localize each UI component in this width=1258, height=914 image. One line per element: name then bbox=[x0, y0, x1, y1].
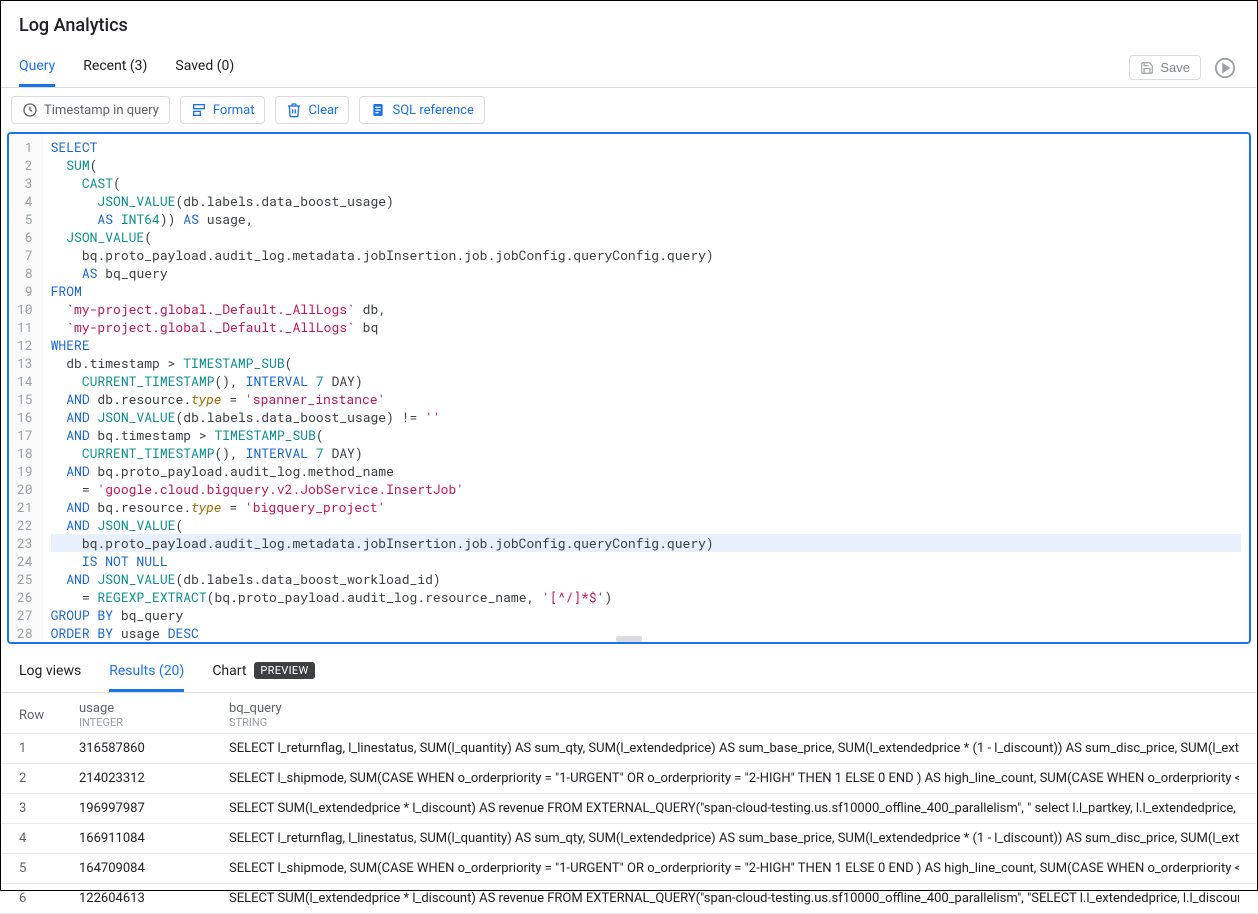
page-header: Log Analytics bbox=[1, 1, 1257, 48]
run-icon bbox=[1214, 57, 1236, 79]
cell-query: SELECT SUM(l_extendedprice * l_discount)… bbox=[229, 801, 1239, 816]
code-line[interactable]: SELECT bbox=[51, 138, 1241, 156]
tab-chart[interactable]: Chart PREVIEW bbox=[212, 654, 314, 692]
col-usage: usage INTEGER bbox=[79, 701, 229, 729]
code-line[interactable]: AND JSON_VALUE( bbox=[51, 516, 1241, 534]
clock-icon bbox=[22, 102, 38, 118]
col-usage-name: usage bbox=[79, 701, 229, 716]
table-row[interactable]: 4166911084SELECT l_returnflag, l_linesta… bbox=[1, 824, 1257, 854]
cell-query: SELECT l_returnflag, l_linestatus, SUM(l… bbox=[229, 831, 1239, 846]
cell-query: SELECT l_shipmode, SUM(CASE WHEN o_order… bbox=[229, 861, 1239, 876]
table-row[interactable]: 1316587860SELECT l_returnflag, l_linesta… bbox=[1, 734, 1257, 764]
table-row[interactable]: 6122604613SELECT SUM(l_extendedprice * l… bbox=[1, 884, 1257, 914]
code-line[interactable]: JSON_VALUE(db.labels.data_boost_usage) bbox=[51, 192, 1241, 210]
sql-editor[interactable]: 1234567891011121314151617181920212223242… bbox=[7, 132, 1251, 644]
code-line[interactable]: db.timestamp > TIMESTAMP_SUB( bbox=[51, 354, 1241, 372]
code-line[interactable]: ORDER BY usage DESC bbox=[51, 624, 1241, 642]
cell-usage: 316587860 bbox=[79, 741, 229, 756]
format-icon bbox=[191, 102, 207, 118]
code-area[interactable]: SELECT SUM( CAST( JSON_VALUE(db.labels.d… bbox=[43, 134, 1249, 642]
tab-saved[interactable]: Saved (0) bbox=[175, 48, 234, 87]
tab-recent[interactable]: Recent (3) bbox=[83, 48, 147, 87]
grid-header: Row usage INTEGER bq_query STRING bbox=[1, 693, 1257, 734]
resize-handle[interactable] bbox=[616, 636, 642, 642]
timestamp-label: Timestamp in query bbox=[44, 103, 159, 118]
cell-row: 4 bbox=[19, 831, 79, 846]
table-row[interactable]: 3196997987SELECT SUM(l_extendedprice * l… bbox=[1, 794, 1257, 824]
cell-usage: 214023312 bbox=[79, 771, 229, 786]
cell-usage: 166911084 bbox=[79, 831, 229, 846]
col-bqquery-type: STRING bbox=[229, 716, 1239, 729]
cell-row: 3 bbox=[19, 801, 79, 816]
tab-log-views[interactable]: Log views bbox=[19, 655, 81, 692]
col-row: Row bbox=[19, 708, 79, 723]
code-line[interactable]: SUM( bbox=[51, 156, 1241, 174]
code-line[interactable]: WHERE bbox=[51, 336, 1241, 354]
format-button[interactable]: Format bbox=[180, 96, 266, 124]
cell-query: SELECT SUM(l_extendedprice * l_discount)… bbox=[229, 891, 1239, 906]
tab-chart-label: Chart bbox=[212, 663, 246, 679]
cell-row: 6 bbox=[19, 891, 79, 906]
sqlref-label: SQL reference bbox=[392, 103, 473, 118]
doc-icon bbox=[370, 102, 386, 118]
cell-usage: 122604613 bbox=[79, 891, 229, 906]
code-line[interactable]: `my-project.global._Default._AllLogs` db… bbox=[51, 300, 1241, 318]
code-line[interactable]: CURRENT_TIMESTAMP(), INTERVAL 7 DAY) bbox=[51, 372, 1241, 390]
code-line[interactable]: AND JSON_VALUE(db.labels.data_boost_work… bbox=[51, 570, 1241, 588]
cell-row: 1 bbox=[19, 741, 79, 756]
preview-badge: PREVIEW bbox=[254, 662, 314, 679]
code-line[interactable]: AND db.resource.type = 'spanner_instance… bbox=[51, 390, 1241, 408]
cell-row: 2 bbox=[19, 771, 79, 786]
save-button-label: Save bbox=[1160, 60, 1190, 75]
cell-usage: 164709084 bbox=[79, 861, 229, 876]
code-line[interactable]: CURRENT_TIMESTAMP(), INTERVAL 7 DAY) bbox=[51, 444, 1241, 462]
tab-query[interactable]: Query bbox=[19, 48, 55, 87]
save-icon bbox=[1140, 61, 1154, 75]
tab-results[interactable]: Results (20) bbox=[109, 655, 184, 692]
cell-row: 5 bbox=[19, 861, 79, 876]
run-query-button[interactable] bbox=[1211, 54, 1239, 82]
line-gutter: 1234567891011121314151617181920212223242… bbox=[9, 134, 43, 642]
code-line[interactable]: GROUP BY bq_query bbox=[51, 606, 1241, 624]
col-bqquery: bq_query STRING bbox=[229, 701, 1239, 729]
format-label: Format bbox=[213, 103, 255, 118]
clear-button[interactable]: Clear bbox=[275, 96, 349, 124]
page-title: Log Analytics bbox=[19, 15, 1239, 36]
code-line[interactable]: AND bq.proto_payload.audit_log.method_na… bbox=[51, 462, 1241, 480]
editor-toolbar: Timestamp in query Format Clear SQL refe… bbox=[1, 88, 1257, 132]
save-button[interactable]: Save bbox=[1129, 55, 1201, 80]
code-line[interactable]: = REGEXP_EXTRACT(bq.proto_payload.audit_… bbox=[51, 588, 1241, 606]
sql-reference-button[interactable]: SQL reference bbox=[359, 96, 484, 124]
results-grid: Row usage INTEGER bq_query STRING 131658… bbox=[1, 693, 1257, 914]
code-line[interactable]: bq.proto_payload.audit_log.metadata.jobI… bbox=[51, 246, 1241, 264]
code-line[interactable]: FROM bbox=[51, 282, 1241, 300]
col-bqquery-name: bq_query bbox=[229, 701, 1239, 716]
cell-usage: 196997987 bbox=[79, 801, 229, 816]
code-line[interactable]: AND JSON_VALUE(db.labels.data_boost_usag… bbox=[51, 408, 1241, 426]
code-line[interactable]: = 'google.cloud.bigquery.v2.JobService.I… bbox=[51, 480, 1241, 498]
trash-icon bbox=[286, 102, 302, 118]
code-line[interactable]: `my-project.global._Default._AllLogs` bq bbox=[51, 318, 1241, 336]
code-line[interactable]: IS NOT NULL bbox=[51, 552, 1241, 570]
primary-tabs: Query Recent (3) Saved (0) Save bbox=[1, 48, 1257, 88]
table-row[interactable]: 2214023312SELECT l_shipmode, SUM(CASE WH… bbox=[1, 764, 1257, 794]
code-line[interactable]: AS INT64)) AS usage, bbox=[51, 210, 1241, 228]
cell-query: SELECT l_shipmode, SUM(CASE WHEN o_order… bbox=[229, 771, 1239, 786]
col-usage-type: INTEGER bbox=[79, 716, 229, 729]
code-line[interactable]: CAST( bbox=[51, 174, 1241, 192]
table-row[interactable]: 5164709084SELECT l_shipmode, SUM(CASE WH… bbox=[1, 854, 1257, 884]
code-line[interactable]: AND bq.resource.type = 'bigquery_project… bbox=[51, 498, 1241, 516]
clear-label: Clear bbox=[308, 103, 338, 118]
code-line[interactable]: JSON_VALUE( bbox=[51, 228, 1241, 246]
timestamp-chip[interactable]: Timestamp in query bbox=[11, 96, 170, 124]
code-line[interactable]: AND bq.timestamp > TIMESTAMP_SUB( bbox=[51, 426, 1241, 444]
code-line[interactable]: AS bq_query bbox=[51, 264, 1241, 282]
code-line[interactable]: bq.proto_payload.audit_log.metadata.jobI… bbox=[51, 534, 1241, 552]
results-tabs: Log views Results (20) Chart PREVIEW bbox=[1, 644, 1257, 693]
cell-query: SELECT l_returnflag, l_linestatus, SUM(l… bbox=[229, 741, 1239, 756]
